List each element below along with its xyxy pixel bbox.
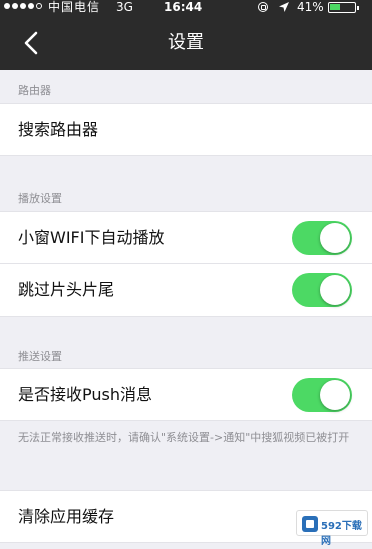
settings-screen: 中国电信 3G 16:44 41% 设置 路由器 搜索路由器 播放设置 小窗WI… [0,0,372,549]
receive-push-label: 是否接收Push消息 [18,385,152,404]
status-bar: 中国电信 3G 16:44 41% [0,0,372,16]
page-title: 设置 [168,32,204,53]
toggle-knob [320,223,350,253]
receive-push-toggle[interactable] [292,378,352,412]
search-router-row[interactable]: 搜索路由器 [0,103,372,156]
battery-icon [328,2,359,13]
skip-intro-row: 跳过片头片尾 [0,264,372,317]
wifi-autoplay-toggle[interactable] [292,221,352,255]
watermark-text: 592下载网 [321,521,362,547]
signal-strength-icon [4,3,42,9]
section-header-playback: 播放设置 [18,192,62,205]
top-bar: 中国电信 3G 16:44 41% 设置 [0,0,372,70]
wifi-autoplay-row: 小窗WIFI下自动播放 [0,211,372,264]
carrier-name: 中国电信 [48,0,101,14]
clear-cache-label: 清除应用缓存 [18,507,115,526]
toggle-knob [320,380,350,410]
skip-intro-toggle[interactable] [292,273,352,307]
section-header-router: 路由器 [18,84,51,97]
navigation-bar: 设置 [0,16,372,70]
toggle-knob [320,275,350,305]
skip-intro-label: 跳过片头片尾 [18,280,115,299]
battery-percent: 41% [297,0,324,14]
lock-rotation-icon [258,2,268,12]
status-time: 16:44 [164,0,203,14]
location-icon [279,2,289,12]
search-router-label: 搜索路由器 [18,120,99,139]
network-type: 3G [116,0,133,14]
receive-push-row: 是否接收Push消息 [0,368,372,421]
section-header-push: 推送设置 [18,350,62,363]
wifi-autoplay-label: 小窗WIFI下自动播放 [18,228,165,247]
watermark-logo-icon [302,516,318,532]
site-watermark: 592下载网 [296,510,368,547]
push-help-note: 无法正常接收推送时，请确认"系统设置->通知"中搜狐视频已被打开 [18,431,350,444]
